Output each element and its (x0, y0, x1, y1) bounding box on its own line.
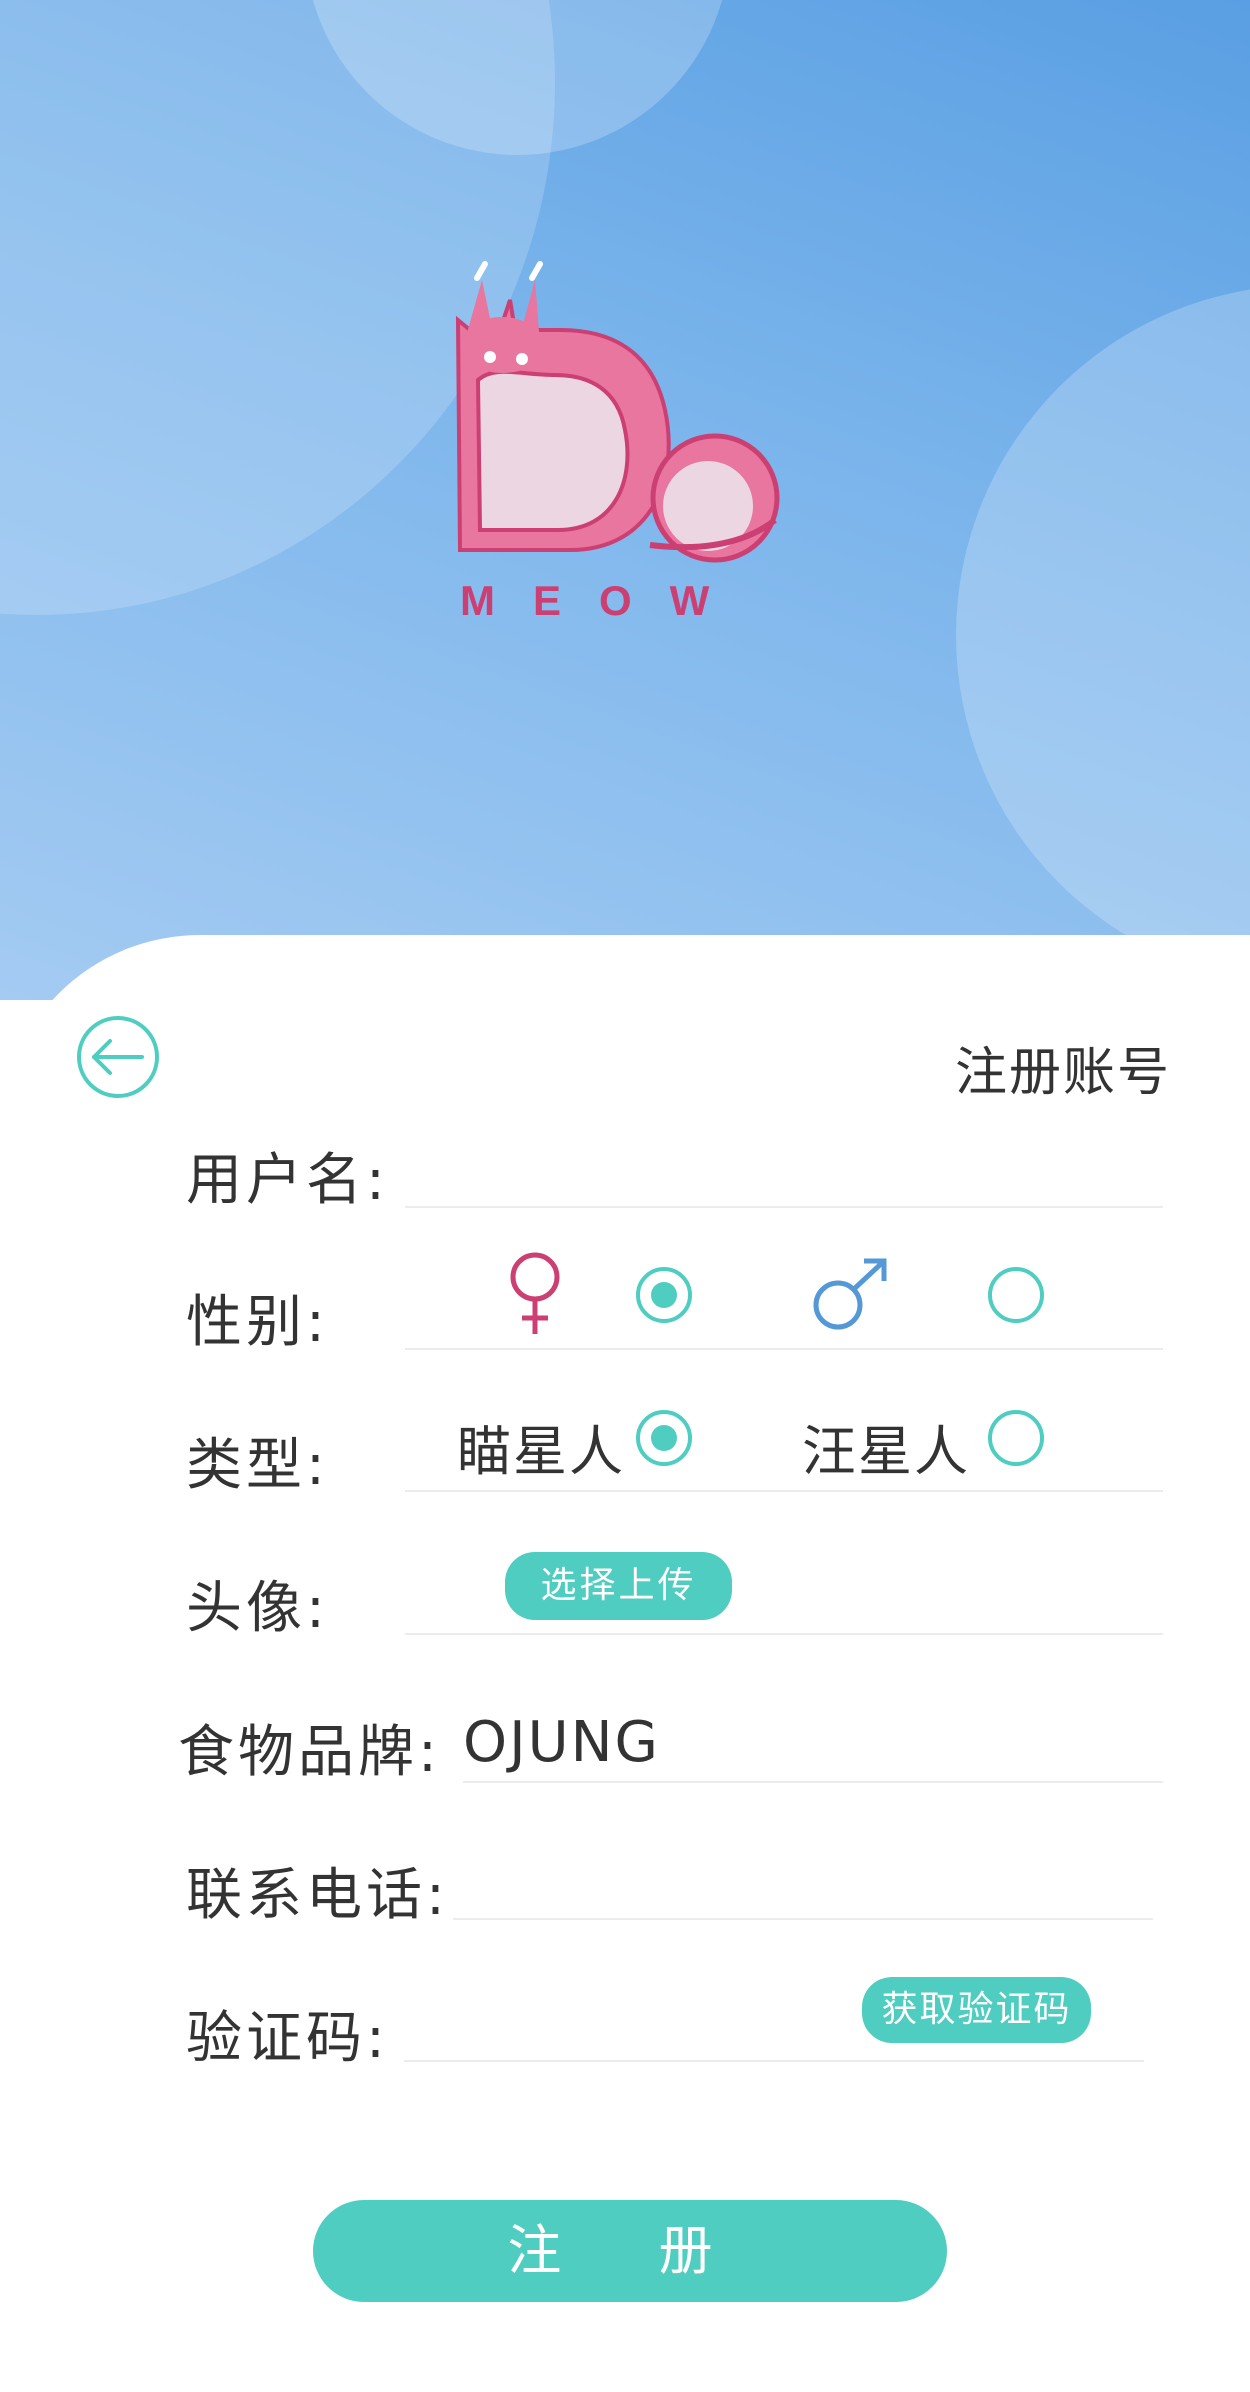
decor-circle (956, 285, 1250, 985)
male-symbol-icon (813, 1258, 887, 1330)
hero-banner: MEOW (0, 0, 1250, 1000)
register-button[interactable]: 注 册 (313, 2200, 947, 2302)
type-label: 类型: (186, 1433, 329, 1498)
divider (405, 1633, 1163, 1635)
type-cat-radio[interactable] (636, 1410, 692, 1466)
username-input[interactable] (405, 1206, 1163, 1208)
gender-label: 性别: (186, 1290, 329, 1355)
svg-text:MEOW: MEOW (460, 577, 747, 624)
code-input[interactable] (404, 2060, 1144, 2062)
code-label: 验证码: (186, 2006, 389, 2071)
back-arrow-icon[interactable] (76, 1015, 160, 1099)
gender-female-radio[interactable] (636, 1267, 692, 1323)
type-dog-label: 汪星人 (802, 1420, 970, 1483)
food-brand-label: 食物品牌: (178, 1720, 441, 1785)
type-dog-radio[interactable] (988, 1410, 1044, 1466)
female-symbol-icon (510, 1252, 560, 1334)
get-code-button[interactable]: 获取验证码 (862, 1977, 1091, 2043)
page-title: 注册账号 (954, 1043, 1171, 1103)
divider (463, 1781, 1163, 1783)
phone-label: 联系电话: (186, 1863, 449, 1928)
divider (405, 1490, 1163, 1492)
upload-button[interactable]: 选择上传 (505, 1552, 732, 1620)
phone-input[interactable] (453, 1918, 1153, 1920)
type-cat-label: 瞄星人 (457, 1420, 625, 1483)
gender-male-radio[interactable] (988, 1267, 1044, 1323)
meow-cat-logo: MEOW (455, 261, 780, 624)
divider (405, 1348, 1163, 1350)
username-label: 用户名: (186, 1148, 389, 1213)
food-brand-input[interactable]: OJUNG (463, 1710, 660, 1775)
avatar-label: 头像: (186, 1576, 329, 1641)
